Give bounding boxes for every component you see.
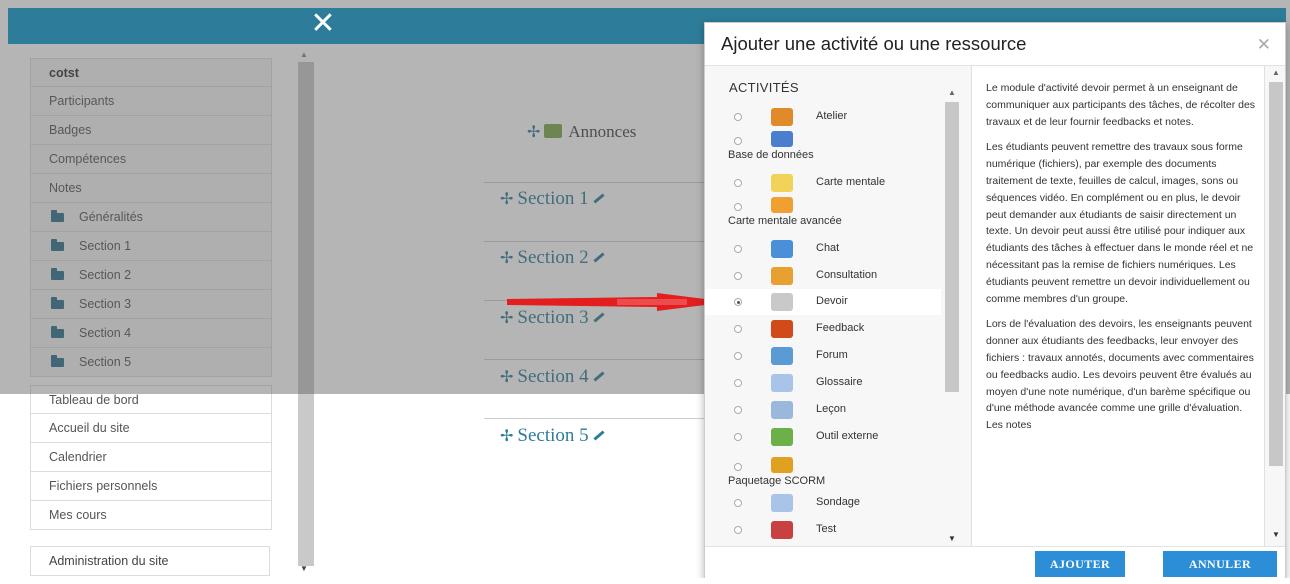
divider xyxy=(484,418,716,419)
description-scrollbar[interactable]: ▲ ▼ xyxy=(1267,66,1285,546)
workshop-icon xyxy=(771,108,793,126)
activity-label: Carte mentale avancée xyxy=(728,215,842,227)
activity-option[interactable]: Paquetage SCORM xyxy=(705,457,941,487)
nav-administration-du-site[interactable]: Administration du site xyxy=(30,546,270,576)
nav-fichiers-personnels[interactable]: Fichiers personnels xyxy=(30,472,272,501)
activity-label: Atelier xyxy=(816,110,848,122)
nav-mes-cours[interactable]: Mes cours xyxy=(30,501,272,530)
package-icon xyxy=(771,457,793,473)
radio-button[interactable] xyxy=(734,379,742,387)
move-icon[interactable]: ✢ xyxy=(500,428,513,445)
activity-list-scrollbar[interactable]: ▲ ▼ xyxy=(943,86,961,546)
section-heading-5[interactable]: ✢ Section 5 xyxy=(500,425,605,447)
radio-button[interactable] xyxy=(734,179,742,187)
radio-button[interactable] xyxy=(734,245,742,253)
activity-option[interactable]: Test xyxy=(705,517,941,543)
activity-option[interactable]: Feedback xyxy=(705,316,941,342)
assignment-icon xyxy=(771,293,793,311)
activity-label: Base de données xyxy=(728,149,814,161)
radio-button[interactable] xyxy=(734,526,742,534)
activity-option[interactable]: Consultation xyxy=(705,263,941,289)
megaphone-icon xyxy=(771,320,793,338)
scroll-down-icon[interactable]: ▼ xyxy=(948,534,956,543)
activity-label: Outil externe xyxy=(816,430,879,442)
activity-list: ACTIVITÉS Atelier Base de données Carte me… xyxy=(705,66,941,546)
scroll-thumb[interactable] xyxy=(945,102,959,392)
activity-label: Test xyxy=(816,523,837,535)
activities-header: ACTIVITÉS xyxy=(729,80,799,95)
activity-option[interactable]: Sondage xyxy=(705,490,941,516)
add-activity-modal: Ajouter une activité ou une ressource ✕ … xyxy=(704,22,1286,580)
activity-label: Consultation xyxy=(816,269,878,281)
glossary-icon xyxy=(771,374,793,392)
activity-label: Glossaire xyxy=(816,376,863,388)
radio-button[interactable] xyxy=(734,352,742,360)
activity-option[interactable]: Chat xyxy=(705,236,941,262)
activity-description: Le module d'activité devoir permet à un … xyxy=(971,66,1265,546)
nav-calendrier[interactable]: Calendrier xyxy=(30,443,272,472)
activity-option[interactable]: Forum xyxy=(705,343,941,369)
activity-label: Chat xyxy=(816,242,840,254)
modal-body: ACTIVITÉS Atelier Base de données Carte me… xyxy=(705,65,1285,547)
red-arrow-annotation xyxy=(507,293,729,311)
page-bottom xyxy=(0,578,1290,584)
radio-button[interactable] xyxy=(734,325,742,333)
radio-button[interactable] xyxy=(734,203,742,211)
activity-label: Feedback xyxy=(816,322,865,334)
activity-label: Paquetage SCORM xyxy=(728,475,826,487)
chart-icon xyxy=(771,267,793,285)
radio-button[interactable] xyxy=(734,137,742,145)
activity-option[interactable]: Devoir xyxy=(705,289,941,315)
radio-selected[interactable] xyxy=(734,298,742,306)
modal-title: Ajouter une activité ou une ressource xyxy=(721,33,1027,54)
lightbulb-icon xyxy=(771,197,793,213)
edit-pencil-icon[interactable] xyxy=(593,430,605,441)
radio-button[interactable] xyxy=(734,406,742,414)
close-icon[interactable]: ✕ xyxy=(308,8,338,42)
activity-option[interactable]: Glossaire xyxy=(705,370,941,396)
cancel-button[interactable]: ANNULER xyxy=(1163,551,1277,577)
activity-label: Devoir xyxy=(816,295,848,307)
activity-option[interactable]: Leçon xyxy=(705,397,941,423)
chat-icon xyxy=(771,240,793,258)
question-icon xyxy=(771,494,793,512)
activity-label: Sondage xyxy=(816,496,861,508)
lesson-icon xyxy=(771,401,793,419)
description-paragraph: Le module d'activité devoir permet à un … xyxy=(986,82,1256,128)
radio-button[interactable] xyxy=(734,272,742,280)
close-icon[interactable]: ✕ xyxy=(1257,35,1271,55)
activity-option[interactable]: Base de données xyxy=(705,131,941,161)
lightbulb-icon xyxy=(771,174,793,192)
activity-option[interactable]: Carte mentale xyxy=(705,170,941,196)
radio-button[interactable] xyxy=(734,463,742,471)
radio-button[interactable] xyxy=(734,433,742,441)
radio-button[interactable] xyxy=(734,113,742,121)
scroll-up-icon[interactable]: ▲ xyxy=(1272,68,1280,77)
activity-option[interactable]: Outil externe xyxy=(705,424,941,450)
description-paragraph: Lors de l'évaluation des devoirs, les en… xyxy=(986,318,1254,432)
description-paragraph: Les étudiants peuvent remettre des trava… xyxy=(986,141,1254,305)
activity-option[interactable]: Carte mentale avancée xyxy=(705,197,941,227)
activity-label: Carte mentale xyxy=(816,176,886,188)
forum-icon xyxy=(771,347,793,365)
add-button[interactable]: AJOUTER xyxy=(1035,551,1125,577)
scroll-thumb[interactable] xyxy=(1269,82,1283,466)
scroll-down-icon[interactable]: ▼ xyxy=(1272,530,1280,539)
activity-label: Forum xyxy=(816,349,848,361)
puzzle-icon xyxy=(771,428,793,446)
nav-accueil-du-site[interactable]: Accueil du site xyxy=(30,414,272,443)
checkmark-icon xyxy=(771,521,793,539)
database-icon xyxy=(771,131,793,147)
activity-option[interactable]: Atelier xyxy=(705,104,941,130)
scroll-up-icon[interactable]: ▲ xyxy=(948,88,956,97)
scroll-down-icon[interactable]: ▼ xyxy=(300,564,308,573)
activity-label: Leçon xyxy=(816,403,846,415)
radio-button[interactable] xyxy=(734,499,742,507)
